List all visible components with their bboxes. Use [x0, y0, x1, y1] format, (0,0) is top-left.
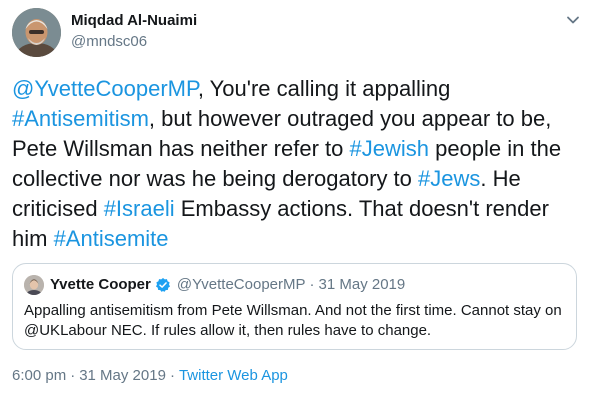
tweet-meta: 6:00 pm · 31 May 2019 · Twitter Web App — [12, 367, 288, 384]
author-name[interactable]: Miqdad Al-Nuaimi — [71, 12, 197, 29]
tweet-text: @YvetteCooperMP, You're calling it appal… — [12, 74, 597, 254]
quoted-author-name: Yvette Cooper — [50, 276, 151, 293]
quoted-tweet[interactable]: Yvette Cooper @YvetteCooperMP · 31 May 2… — [12, 263, 577, 350]
tweet-text-segment: , but however outraged you appear to be, — [148, 106, 552, 131]
author-avatar[interactable] — [12, 8, 61, 57]
tweet-card: Miqdad Al-Nuaimi @mndsc06 @YvetteCooperM… — [0, 0, 603, 405]
tweet-text-segment: collective nor was he being derogatory t… — [12, 166, 419, 191]
meta-separator: · — [70, 367, 76, 384]
tweet-date[interactable]: 31 May 2019 — [79, 367, 166, 384]
tweet-text-segment: Pete Willsman has neither refer to — [12, 136, 350, 161]
tweet-text-segment: criticised — [12, 196, 104, 221]
tweet-text-segment: , You're calling it appalling — [197, 76, 451, 101]
hashtag-link[interactable]: #Jews — [418, 166, 480, 191]
verified-badge-icon — [155, 277, 171, 293]
tweet-text-segment: Embassy actions. That doesn't render — [174, 196, 549, 221]
tweet-line: Pete Willsman has neither refer to #Jewi… — [12, 134, 597, 164]
author-handle[interactable]: @mndsc06 — [71, 33, 147, 50]
tweet-time[interactable]: 6:00 pm — [12, 367, 66, 384]
tweet-text-segment: . He — [480, 166, 521, 191]
quoted-header: Yvette Cooper @YvetteCooperMP · 31 May 2… — [50, 276, 405, 293]
tweet-line: @YvetteCooperMP, You're calling it appal… — [12, 74, 597, 104]
source-app-link[interactable]: Twitter Web App — [179, 367, 288, 384]
hashtag-link[interactable]: #Antisemitism — [12, 106, 149, 131]
quoted-date: 31 May 2019 — [318, 276, 406, 293]
hashtag-link[interactable]: #Jewish — [349, 136, 428, 161]
meta-separator: · — [169, 367, 175, 384]
tweet-text-segment: people in the — [428, 136, 562, 161]
quoted-text-line: Appalling antisemitism from Pete Willsma… — [24, 302, 562, 319]
tweet-line: collective nor was he being derogatory t… — [12, 164, 597, 194]
mention-link[interactable]: @YvetteCooperMP — [12, 76, 198, 101]
tweet-line: criticised #Israeli Embassy actions. Tha… — [12, 194, 597, 224]
chevron-down-icon[interactable] — [563, 10, 583, 30]
quoted-text-line: @UKLabour NEC. If rules allow it, then r… — [24, 322, 432, 339]
quoted-author-handle: @YvetteCooperMP — [176, 276, 306, 293]
quoted-avatar — [24, 275, 44, 295]
hashtag-link[interactable]: #Israeli — [104, 196, 175, 221]
hashtag-link[interactable]: #Antisemite — [54, 226, 169, 251]
quoted-text: Appalling antisemitism from Pete Willsma… — [24, 301, 569, 341]
tweet-line: #Antisemitism, but however outraged you … — [12, 104, 597, 134]
tweet-text-segment: him — [12, 226, 54, 251]
quoted-separator: · — [309, 276, 315, 293]
tweet-line: him #Antisemite — [12, 224, 597, 254]
